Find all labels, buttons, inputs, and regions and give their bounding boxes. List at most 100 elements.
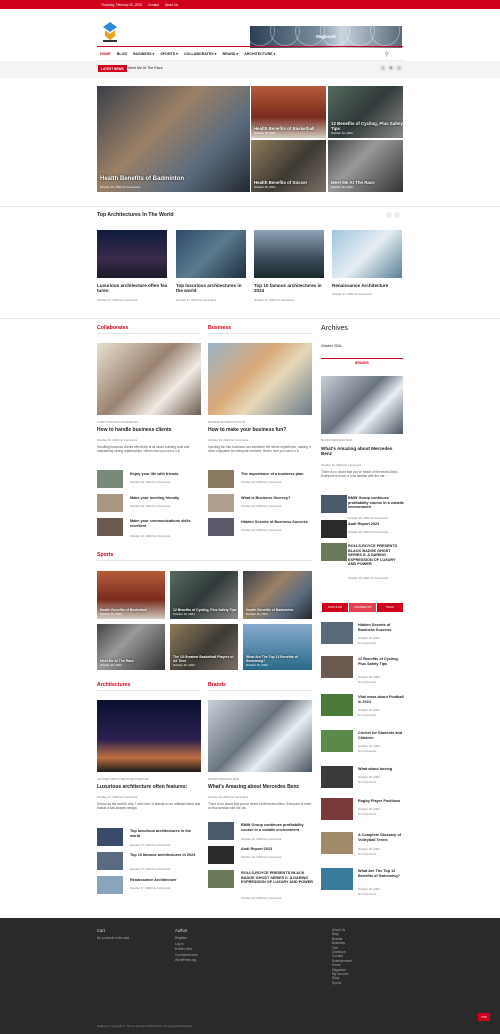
list-item-title[interactable]: Vital news about Football in 2024	[358, 695, 404, 704]
post-tags[interactable]: ARCHITECTURES INTERIOR ARCHITECTURE	[97, 778, 149, 781]
footer-page-link[interactable]: Sports	[332, 981, 352, 985]
sports-tile[interactable]: What Are The Top 12 Benefits of Swimming…	[243, 624, 312, 670]
list-item-title[interactable]: Make your meeting friendly	[130, 496, 202, 501]
arch-card-title[interactable]: Top luxurious architectures in the world	[176, 283, 248, 294]
nav-blog[interactable]: BLOG	[117, 52, 127, 56]
post-thumbnail[interactable]	[97, 828, 123, 846]
back-to-top-button[interactable]: TOP	[478, 1013, 490, 1021]
arch-card-title[interactable]: Renaissance Architecture	[332, 283, 404, 288]
business-main-image[interactable]	[208, 343, 312, 415]
post-thumbnail[interactable]	[97, 852, 123, 870]
sidebar-featured-title[interactable]: What's Amazing about Mercedes Benz	[321, 446, 403, 457]
list-item-title[interactable]: The importance of a business plan	[241, 472, 313, 477]
nav-architecture[interactable]: ARCHITECTURE ▾	[244, 52, 275, 56]
list-item-title[interactable]: Audi Report 2023	[241, 847, 313, 852]
list-item-title[interactable]: A Complete Glossary of Volleyball Terms	[358, 833, 404, 842]
post-thumbnail[interactable]	[208, 870, 234, 888]
arch-card-image[interactable]	[176, 230, 246, 278]
post-thumbnail[interactable]	[321, 798, 353, 820]
nav-brand[interactable]: BRAND ▾	[222, 52, 238, 56]
post-thumbnail[interactable]	[97, 876, 123, 894]
about-link[interactable]: About Us	[165, 3, 178, 7]
list-item-title[interactable]: Top luxurious architectures in the world	[130, 829, 202, 838]
hero-tile-4[interactable]: Meet Me At The Race October 16, 2024	[328, 140, 403, 192]
brands-main-title[interactable]: What's Amazing about Mercedes Benz	[208, 784, 313, 790]
tab-comments[interactable]: COMMENTS	[349, 603, 377, 612]
post-thumbnail[interactable]	[321, 694, 353, 716]
post-thumbnail[interactable]	[208, 470, 234, 488]
sports-tile[interactable]: Meet Me At The Race October 16, 2024	[97, 624, 165, 670]
chevron-left-icon[interactable]	[386, 212, 392, 218]
post-tags[interactable]: BRANDS MERCEDES BENZ	[208, 778, 239, 781]
post-thumbnail[interactable]	[321, 730, 353, 752]
post-thumbnail[interactable]	[97, 470, 123, 488]
tab-popular[interactable]: POPULAR	[322, 603, 350, 612]
list-item-title[interactable]: Top 10 famous architectures in 2024	[130, 853, 202, 858]
chevron-right-icon[interactable]	[394, 212, 400, 218]
post-tags[interactable]: BUSINESS BUSINESS WITH FUN	[208, 421, 245, 424]
post-thumbnail[interactable]	[208, 518, 234, 536]
hero-main[interactable]: Health Benefits of Badminton October 16,…	[97, 86, 250, 192]
list-item-title[interactable]: ROLLS-ROYCE PRESENTS BLACK BADGE GHOST S…	[348, 544, 404, 567]
pause-icon[interactable]: ‖	[388, 65, 394, 71]
post-thumbnail[interactable]	[321, 622, 353, 644]
hero-tile-2[interactable]: 12 Benefits of Cycling, Plus Safety Tips…	[328, 86, 403, 138]
list-item-title[interactable]: Enjoy your life with friends	[130, 472, 202, 477]
list-item-title[interactable]: Make your communications skills excellen…	[130, 519, 202, 528]
nav-business[interactable]: BUSINESS ▾	[133, 52, 154, 56]
list-item-title[interactable]: ROLLS-ROYCE PRESENTS BLACK BADGE GHOST S…	[241, 871, 313, 885]
hero-tile-3[interactable]: Health Benefits of Soccer October 16, 202…	[251, 140, 326, 192]
tab-tags[interactable]: TAGS	[376, 603, 404, 612]
list-item-title[interactable]: What Are The Top 12 Benefits of Swimming…	[358, 869, 404, 878]
post-thumbnail[interactable]	[321, 868, 353, 890]
post-thumbnail[interactable]	[321, 495, 347, 513]
chevron-left-icon[interactable]: ‹	[380, 65, 386, 71]
list-item-title[interactable]: BMW Group continues profitability course…	[348, 496, 404, 510]
post-thumbnail[interactable]	[321, 520, 347, 538]
ticker-text[interactable]: Meet Me At The Race	[128, 66, 163, 70]
arch-card-image[interactable]	[332, 230, 402, 278]
arch-card-title[interactable]: Top 10 famous architectures in 2024	[254, 283, 326, 294]
post-thumbnail[interactable]	[97, 494, 123, 512]
list-item-title[interactable]: What about boxing	[358, 767, 404, 772]
chevron-right-icon[interactable]: ›	[396, 65, 402, 71]
nav-home[interactable]: HOME	[100, 52, 111, 56]
post-thumbnail[interactable]	[208, 822, 234, 840]
post-thumbnail[interactable]	[208, 846, 234, 864]
sports-tile[interactable]: Health Benefits of Badminton October 16, …	[243, 571, 312, 619]
list-item-title[interactable]: Audi Report 2023	[348, 522, 404, 527]
archs-main-image[interactable]	[97, 700, 201, 772]
sidebar-featured-image[interactable]	[321, 376, 403, 434]
search-icon[interactable]: ⚲	[385, 51, 389, 58]
collab-main-title[interactable]: How to handle business clients	[97, 427, 202, 433]
post-tags[interactable]: BRANDS MERCEDES BENZ	[321, 439, 352, 442]
site-logo[interactable]	[101, 21, 119, 43]
list-item-title[interactable]: Renaissance Architecture	[130, 878, 202, 883]
hero-tile-1[interactable]: Health Benefits of Basketball October 16,…	[251, 86, 326, 138]
post-thumbnail[interactable]	[321, 766, 353, 788]
footer-link[interactable]: WordPress.org	[175, 958, 198, 963]
arch-card-image[interactable]	[97, 230, 167, 278]
list-item-title[interactable]: BMW Group continues profitability course…	[241, 823, 313, 832]
list-item-title[interactable]: What is Business Secrecy?	[241, 496, 313, 501]
post-thumbnail[interactable]	[208, 494, 234, 512]
list-item-title[interactable]: Hidden Secrets of Business Success	[241, 520, 313, 525]
brands-main-image[interactable]	[208, 700, 312, 772]
business-main-title[interactable]: How to make your business fun?	[208, 427, 313, 433]
sports-tile[interactable]: 12 Benefits of Cycling, Plus Safety Tips…	[170, 571, 238, 619]
list-item-title[interactable]: 12 Benefits of Cycling, Plus Safety Tips	[358, 657, 404, 666]
post-thumbnail[interactable]	[321, 832, 353, 854]
sports-tile[interactable]: Health Benefits of Basketball October 16,…	[97, 571, 165, 619]
sports-tile[interactable]: The 10 Greatest Basketball Players of Al…	[170, 624, 238, 670]
contact-link[interactable]: Contact	[148, 3, 159, 7]
archs-main-title[interactable]: Luxurious architecture often features:	[97, 784, 202, 790]
post-tags[interactable]: CLIENT HANDLING COLLABORATES	[97, 421, 138, 424]
list-item-title[interactable]: Cricket for Students and Children	[358, 731, 404, 740]
post-thumbnail[interactable]	[321, 656, 353, 678]
arch-card-image[interactable]	[254, 230, 324, 278]
arch-card-title[interactable]: Luxurious architecture often fea tures:	[97, 283, 169, 294]
nav-collaborates[interactable]: COLLABORATES ▾	[184, 52, 216, 56]
post-thumbnail[interactable]	[321, 543, 347, 561]
list-item-title[interactable]: Hidden Secrets of Business Success	[358, 623, 404, 632]
list-item-title[interactable]: Rugby Player Positions	[358, 799, 404, 804]
